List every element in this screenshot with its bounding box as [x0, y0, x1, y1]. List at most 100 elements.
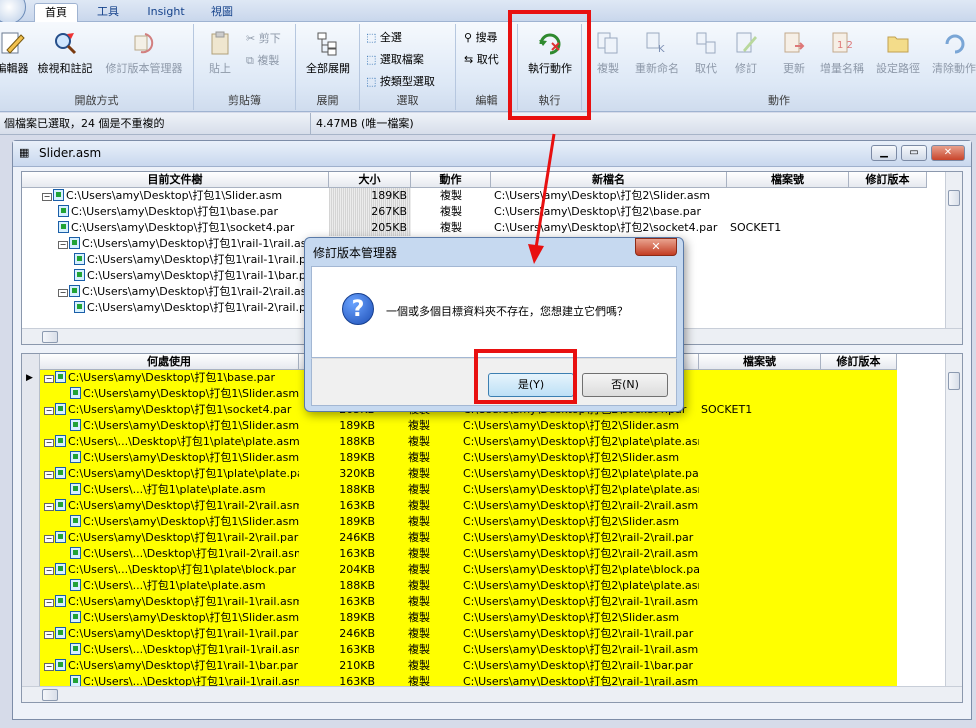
close-window-button[interactable]: ✕: [931, 145, 965, 161]
row-selector-gutter[interactable]: [22, 354, 40, 686]
update-button[interactable]: 更新: [776, 30, 812, 76]
collapse-icon[interactable]: −: [44, 567, 54, 575]
size-cell: 205KB: [329, 220, 411, 236]
tab-tools[interactable]: 工具: [88, 3, 128, 22]
action-replace-button[interactable]: 取代: [688, 30, 724, 76]
where-used-row[interactable]: C:\Users\...\Desktop\打包1\rail-1\rail.asm…: [40, 642, 897, 658]
where-used-row[interactable]: − C:\Users\amy\Desktop\打包1\rail-1\rail.as…: [40, 594, 897, 610]
action-copy-button[interactable]: 複製: [590, 30, 626, 76]
tab-insight[interactable]: Insight: [140, 3, 192, 22]
collapse-icon[interactable]: −: [44, 407, 54, 415]
collapse-icon[interactable]: −: [42, 193, 52, 201]
top-grid-vertical-scrollbar[interactable]: [945, 172, 962, 328]
collapse-icon[interactable]: −: [58, 289, 68, 297]
where-used-horizontal-scrollbar[interactable]: [22, 686, 962, 702]
view-markup-label: 檢視和註記: [37, 62, 93, 75]
revision-cell: [849, 204, 927, 220]
paste-button[interactable]: 貼上: [200, 30, 240, 76]
collapse-icon[interactable]: −: [44, 663, 54, 671]
where-used-row[interactable]: C:\Users\amy\Desktop\打包1\Slider.asm 189KB…: [40, 610, 897, 626]
where-used-row[interactable]: − C:\Users\amy\Desktop\打包1\rail-1\rail.pa…: [40, 626, 897, 642]
collapse-icon[interactable]: −: [58, 241, 68, 249]
increment-name-button[interactable]: 1 2 增量名稱: [816, 30, 868, 76]
file-number-cell: [699, 610, 821, 626]
assembly-icon: ▦: [19, 146, 30, 159]
where-used-row[interactable]: − C:\Users\amy\Desktop\打包1\plate\plate.pa…: [40, 466, 897, 482]
where-used-row[interactable]: − C:\Users\...\Desktop\打包1\plate\block.pa…: [40, 562, 897, 578]
copy-button[interactable]: ⧉ 複製: [246, 52, 279, 68]
tab-home[interactable]: 首頁: [34, 3, 78, 22]
set-path-button[interactable]: 設定路徑: [872, 30, 924, 76]
group-select: ⬚ 全選 ⬚ 選取檔案 ⬚ 按類型選取 選取: [360, 24, 456, 110]
column-header-current-tree[interactable]: 目前文件樹: [22, 172, 329, 188]
collapse-icon[interactable]: −: [44, 631, 54, 639]
selection-status-text: 個檔案已選取，24 個是不重複的: [4, 117, 165, 130]
select-files-label: 選取檔案: [379, 53, 424, 66]
select-all-button[interactable]: ⬚ 全選: [366, 29, 402, 45]
where-used-row[interactable]: − C:\Users\amy\Desktop\打包1\rail-2\rail.as…: [40, 498, 897, 514]
where-used-row[interactable]: C:\Users\amy\Desktop\打包1\Slider.asm 189KB…: [40, 450, 897, 466]
column-header-action[interactable]: 動作: [411, 172, 491, 188]
collapse-icon[interactable]: −: [44, 503, 54, 511]
rename-button[interactable]: K 重新命名: [630, 30, 684, 76]
where-used-vscroll-thumb[interactable]: [948, 372, 960, 390]
rename-icon: K: [646, 32, 665, 55]
minimize-button[interactable]: ▁: [871, 145, 897, 161]
column-header-revision-bottom[interactable]: 修訂版本: [821, 354, 897, 370]
where-used-row[interactable]: C:\Users\amy\Desktop\打包1\Slider.asm 189KB…: [40, 514, 897, 530]
collapse-icon[interactable]: −: [44, 439, 54, 447]
top-grid-hscroll-thumb[interactable]: [42, 331, 58, 343]
collapse-icon[interactable]: −: [44, 471, 54, 479]
search-button[interactable]: ⚲ 搜尋: [464, 29, 498, 45]
svg-text:K: K: [658, 44, 665, 55]
tab-view[interactable]: 視圖: [200, 3, 244, 22]
column-header-size[interactable]: 大小: [329, 172, 411, 188]
dialog-close-button[interactable]: ✕: [635, 238, 677, 256]
where-used-row[interactable]: − C:\Users\...\Desktop\打包1\plate\plate.as…: [40, 434, 897, 450]
column-header-file-number[interactable]: 檔案號: [727, 172, 849, 188]
where-used-row[interactable]: C:\Users\...\打包1\plate\plate.asm 188KB 複製 C…: [40, 578, 897, 594]
where-used-row[interactable]: − C:\Users\amy\Desktop\打包1\rail-2\rail.pa…: [40, 530, 897, 546]
collapse-icon[interactable]: −: [44, 535, 54, 543]
revision-manager-button[interactable]: 修訂版本管理器: [100, 30, 188, 76]
cut-button[interactable]: ✂ 剪下: [246, 30, 281, 46]
tree-cell: C:\Users\amy\Desktop\打包1\socket4.par: [58, 220, 329, 236]
top-grid-vscroll-thumb[interactable]: [948, 190, 960, 206]
part-file-icon: [55, 499, 66, 511]
highlight-box-yes-button: [474, 349, 577, 404]
top-grid-row[interactable]: C:\Users\amy\Desktop\打包1\base.par 267KB 複製…: [22, 204, 927, 220]
where-used-tree-cell: C:\Users\...\Desktop\打包1\rail-1\rail.asm: [40, 642, 299, 658]
column-header-revision[interactable]: 修訂版本: [849, 172, 927, 188]
where-used-tree-cell: C:\Users\amy\Desktop\打包1\Slider.asm: [40, 610, 299, 626]
replace-button[interactable]: ⇆ 取代: [464, 51, 499, 67]
file-number-cell: [730, 252, 849, 268]
where-used-vertical-scrollbar[interactable]: [945, 354, 962, 686]
clear-action-button[interactable]: 清除動作: [928, 30, 976, 76]
where-used-hscroll-thumb[interactable]: [42, 689, 58, 701]
select-files-button[interactable]: ⬚ 選取檔案: [366, 51, 424, 67]
top-grid-row[interactable]: C:\Users\amy\Desktop\打包1\socket4.par 205K…: [22, 220, 927, 236]
where-used-path-text: C:\Users\amy\Desktop\打包1\Slider.asm: [83, 387, 299, 400]
collapse-icon[interactable]: −: [44, 599, 54, 607]
column-header-where-used[interactable]: 何處使用: [40, 354, 299, 370]
top-grid-row[interactable]: − C:\Users\amy\Desktop\打包1\Slider.asm 189K…: [22, 188, 927, 204]
column-header-file-number-bottom[interactable]: 檔案號: [699, 354, 821, 370]
select-by-type-button[interactable]: ⬚ 按類型選取: [366, 73, 435, 89]
where-used-row[interactable]: − C:\Users\amy\Desktop\打包1\rail-1\bar.par…: [40, 658, 897, 674]
collapse-icon[interactable]: −: [44, 375, 54, 383]
where-used-row[interactable]: C:\Users\amy\Desktop\打包1\Slider.asm 189KB…: [40, 418, 897, 434]
revision-cell: [849, 220, 927, 236]
editor-button[interactable]: 編輯器: [0, 30, 32, 76]
no-button[interactable]: 否(N): [582, 373, 668, 397]
maximize-button[interactable]: ▭: [901, 145, 927, 161]
size-cell: 163KB: [299, 546, 379, 562]
where-used-row[interactable]: C:\Users\...\Desktop\打包1\rail-2\rail.asm…: [40, 546, 897, 562]
copy-label: 複製: [257, 54, 280, 67]
expand-all-button[interactable]: 全部展開: [302, 30, 354, 76]
revise-button[interactable]: 修訂: [728, 30, 764, 76]
current-path-text: C:\Users\amy\Desktop\打包1\Slider.asm: [66, 189, 283, 202]
where-used-row[interactable]: C:\Users\...\打包1\plate\plate.asm 188KB 複製 C…: [40, 482, 897, 498]
view-markup-button[interactable]: 檢視和註記: [34, 30, 96, 76]
application-menu-button[interactable]: [0, 0, 26, 24]
size-cell: 267KB: [329, 204, 411, 220]
